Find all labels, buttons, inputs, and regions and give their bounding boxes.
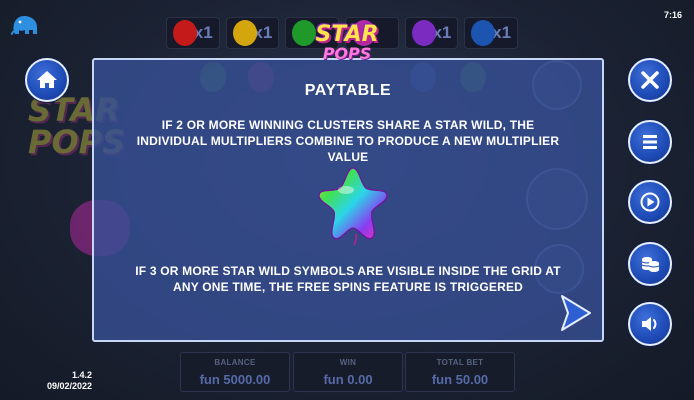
multiplier-cell: x1: [166, 17, 220, 49]
menu-icon: [643, 135, 657, 149]
multiplier-cell: x1: [225, 17, 280, 49]
balance-value: fun 5000.00: [199, 372, 271, 387]
total-bet-display: TOTAL BET fun 50.00: [405, 352, 515, 392]
logo-title-top: STAR: [315, 22, 379, 47]
balance-display: BALANCE fun 5000.00: [180, 352, 290, 392]
total-bet-label: TOTAL BET: [436, 358, 484, 367]
version-number: 1.4.2: [71, 370, 92, 380]
paytable-dialog: PAYTABLE IF 2 OR MORE WINNING CLUSTERS S…: [92, 58, 604, 342]
version-info: 1.4.2 09/02/2022: [40, 370, 92, 392]
multiplier-cell: x1: [404, 17, 459, 49]
game-logo: STAR POPS: [294, 18, 400, 68]
autoplay-button[interactable]: [628, 180, 672, 224]
balloon-icon: [411, 20, 436, 46]
balloon-icon: [232, 20, 257, 46]
close-button[interactable]: [628, 58, 672, 102]
autoplay-icon: [640, 192, 660, 212]
build-date: 09/02/2022: [46, 381, 92, 391]
bet-button[interactable]: [628, 242, 672, 286]
paytable-rule-free-spins: IF 3 OR MORE STAR WILD SYMBOLS ARE VISIB…: [135, 264, 561, 294]
sound-icon: [642, 317, 657, 331]
total-bet-value: fun 50.00: [431, 372, 489, 387]
win-display: WIN fun 0.00: [293, 352, 403, 392]
menu-button[interactable]: [628, 120, 672, 164]
close-icon: [641, 71, 659, 89]
multiplier-cell: x1: [464, 17, 519, 49]
elephant-icon: [11, 16, 37, 36]
rainbow-star-wild-icon: [318, 167, 388, 246]
paytable-title: PAYTABLE: [304, 82, 392, 99]
win-label: WIN: [339, 358, 357, 367]
home-button[interactable]: [25, 58, 69, 102]
balance-label: BALANCE: [214, 358, 256, 367]
home-icon: [37, 71, 57, 88]
win-value: fun 0.00: [323, 372, 373, 387]
coins-icon: [641, 257, 660, 272]
logo-title-bottom: POPS: [322, 44, 372, 63]
next-arrow-icon[interactable]: [558, 292, 594, 334]
sound-button[interactable]: [628, 302, 672, 346]
balloon-icon: [173, 20, 197, 46]
paytable-rule-multiplier: IF 2 OR MORE WINNING CLUSTERS SHARE A ST…: [136, 118, 560, 164]
clock: 7:16: [663, 10, 682, 20]
